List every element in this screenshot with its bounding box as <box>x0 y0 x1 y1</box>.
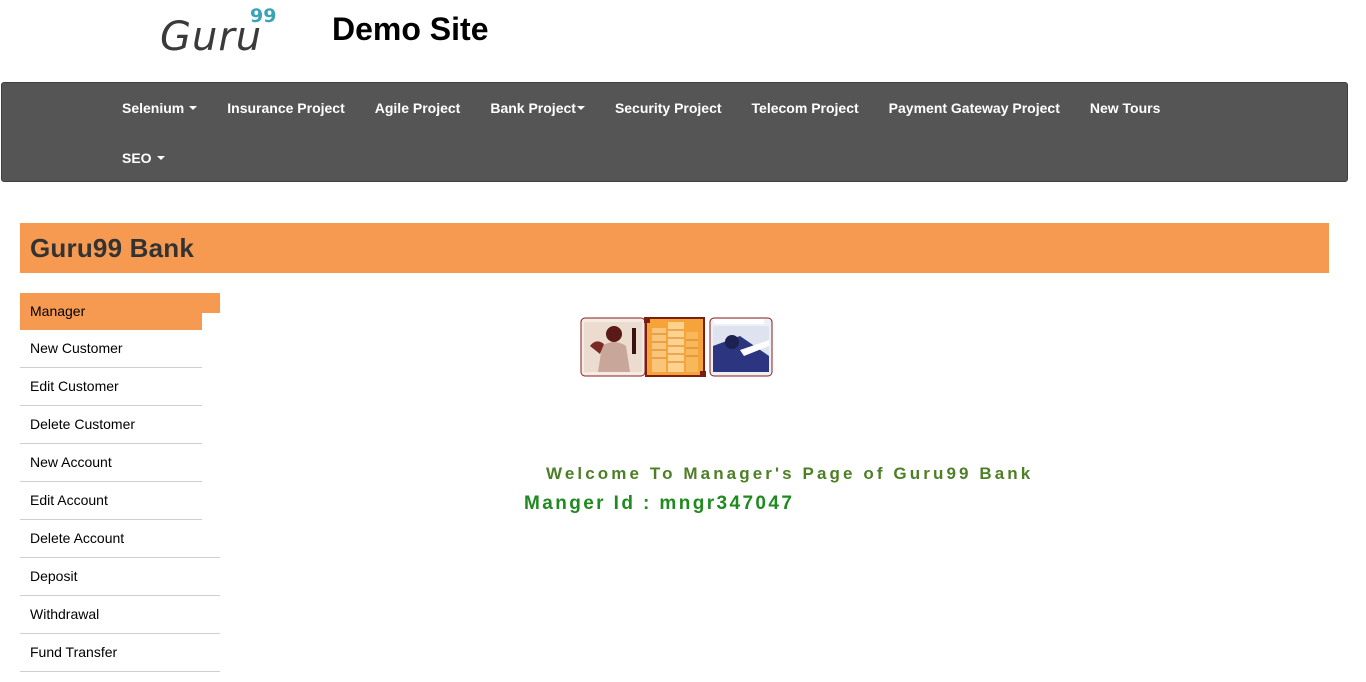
nav-item-seo[interactable]: SEO <box>107 133 180 183</box>
navbar-row: SEO <box>107 133 180 183</box>
sidebar-item-edit-account[interactable]: Edit Account <box>20 482 202 520</box>
nav-label: Insurance Project <box>227 100 345 116</box>
nav-item-telecom-project[interactable]: Telecom Project <box>737 83 874 133</box>
nav-label: New Tours <box>1089 100 1161 116</box>
caret-down-icon <box>156 156 165 160</box>
welcome-message: Welcome To Manager's Page of Guru99 Bank <box>546 464 1034 483</box>
nav-item-selenium[interactable]: Selenium <box>107 83 212 133</box>
guru99-logo[interactable]: Guru 99 <box>160 6 280 56</box>
nav-label: Agile Project <box>374 100 461 116</box>
nav-label: Telecom Project <box>751 100 859 116</box>
site-title: Demo Site <box>332 11 489 47</box>
logo-text: Guru <box>160 14 262 56</box>
nav-item-new-tours[interactable]: New Tours <box>1075 83 1176 133</box>
bank-banner: Guru99 Bank <box>20 223 1329 273</box>
sidebar-item-deposit[interactable]: Deposit <box>20 558 220 596</box>
site-header: Guru 99 Demo Site <box>0 0 1366 82</box>
navbar-row: Selenium Insurance Project Agile Project… <box>107 83 1175 133</box>
nav-item-security-project[interactable]: Security Project <box>600 83 737 133</box>
sidebar-item-new-account[interactable]: New Account <box>20 444 202 482</box>
nav-item-bank-project[interactable]: Bank Project <box>475 83 600 133</box>
sidebar-item-delete-customer[interactable]: Delete Customer <box>20 406 202 444</box>
sidebar-item-edit-customer[interactable]: Edit Customer <box>20 368 202 406</box>
sidebar-item-delete-account[interactable]: Delete Account <box>20 520 220 558</box>
nav-item-insurance-project[interactable]: Insurance Project <box>212 83 360 133</box>
coins-image <box>644 317 706 377</box>
manager-sidebar-menu: Manager New Customer Edit Customer Delet… <box>20 293 220 672</box>
nav-item-agile-project[interactable]: Agile Project <box>360 83 476 133</box>
caret-down-icon <box>189 106 198 110</box>
nav-label: SEO <box>122 150 152 166</box>
phone-person-image <box>580 317 646 377</box>
nav-label: Bank Project <box>490 100 576 116</box>
nav-label: Payment Gateway Project <box>888 100 1060 116</box>
nav-label: Security Project <box>614 100 722 116</box>
logo-superscript: 99 <box>250 6 276 27</box>
top-navbar: Selenium Insurance Project Agile Project… <box>1 82 1348 182</box>
bank-banner-images <box>580 317 773 377</box>
manager-id-text: Manger Id : mngr347047 <box>524 493 795 514</box>
sidebar-item-manager[interactable]: Manager <box>20 293 220 330</box>
sidebar-item-withdrawal[interactable]: Withdrawal <box>20 596 220 634</box>
sidebar-item-fund-transfer[interactable]: Fund Transfer <box>20 634 220 672</box>
desk-person-image <box>709 317 773 377</box>
bank-title: Guru99 Bank <box>30 233 195 263</box>
sidebar-item-new-customer[interactable]: New Customer <box>20 330 202 368</box>
nav-label: Selenium <box>122 100 185 116</box>
caret-down-icon <box>576 106 585 110</box>
nav-item-payment-gateway-project[interactable]: Payment Gateway Project <box>874 83 1075 133</box>
